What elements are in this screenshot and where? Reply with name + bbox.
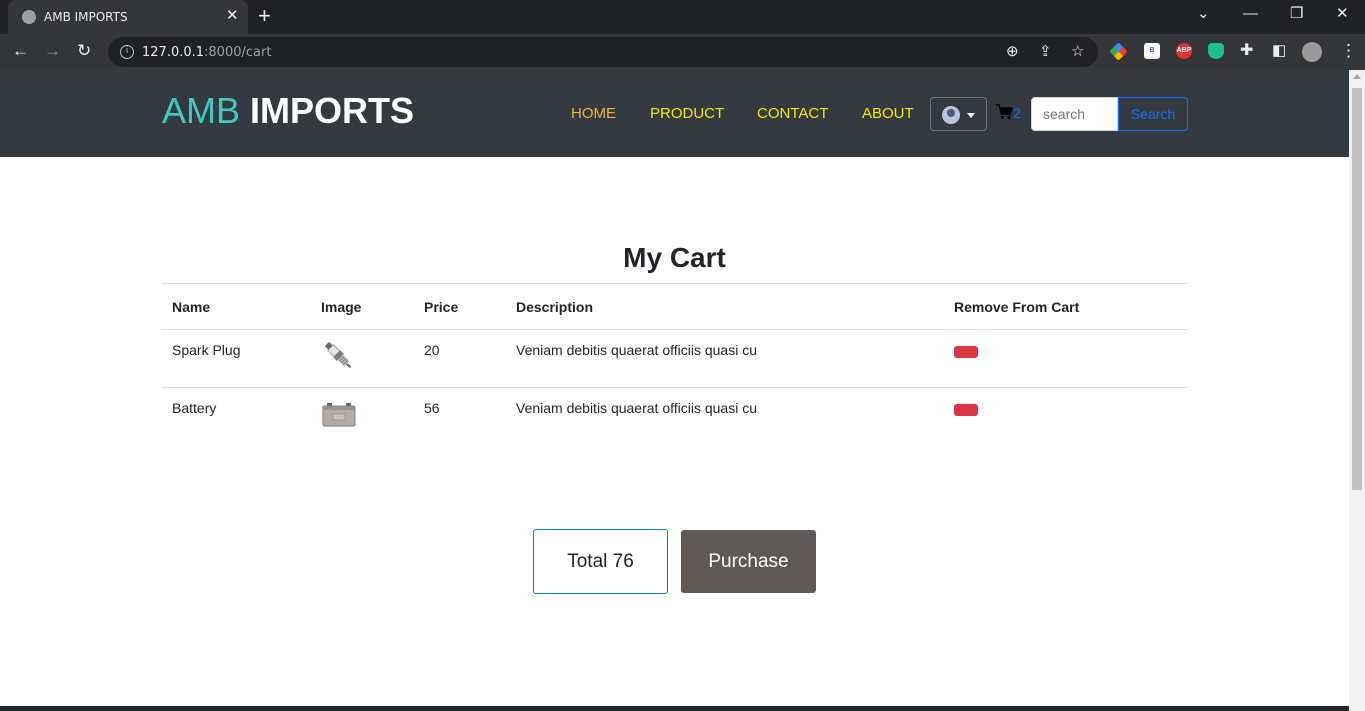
- nav-home[interactable]: HOME: [571, 105, 616, 122]
- browser-toolbar: ← → ↻ i 127.0.0.1:8000/cart ⊕ ⇪ ☆ B ABP …: [0, 34, 1365, 70]
- menu-kebab-icon[interactable]: ⋮: [1340, 41, 1357, 61]
- zoom-icon[interactable]: ⊕: [1006, 42, 1019, 60]
- adblock-icon[interactable]: ABP: [1176, 43, 1192, 59]
- user-avatar-icon: [942, 106, 960, 124]
- nav-contact[interactable]: CONTACT: [757, 105, 828, 122]
- cell-description: Veniam debitis quaerat officiis quasi cu: [506, 329, 944, 388]
- search-input[interactable]: [1031, 97, 1118, 131]
- side-panel-icon[interactable]: ◧: [1272, 41, 1286, 61]
- header-remove: Remove From Cart: [944, 283, 1188, 330]
- header-description: Description: [506, 283, 944, 330]
- url-host: 127.0.0.1: [142, 45, 205, 60]
- site-navbar: AMB IMPORTS HOME PRODUCT CONTACT ABOUT 2…: [0, 70, 1349, 157]
- cart-icon[interactable]: [996, 104, 1013, 120]
- browser-tab[interactable]: AMB IMPORTS ✕: [8, 0, 248, 34]
- table-header-row: Name Image Price Description Remove From…: [162, 283, 1188, 330]
- new-tab-icon[interactable]: +: [258, 5, 271, 27]
- globe-icon: [22, 10, 36, 24]
- web-page: AMB IMPORTS HOME PRODUCT CONTACT ABOUT 2…: [0, 70, 1349, 711]
- cell-description: Veniam debitis quaerat officiis quasi cu: [516, 400, 757, 416]
- scrollbar-thumb[interactable]: [1352, 88, 1362, 490]
- footer: [0, 706, 1349, 711]
- cell-remove: [944, 388, 1188, 446]
- search-button[interactable]: Search: [1118, 97, 1188, 131]
- cart-count-badge[interactable]: 2: [1013, 105, 1021, 121]
- restore-icon[interactable]: ❐: [1290, 5, 1303, 23]
- reload-icon[interactable]: ↻: [77, 41, 91, 61]
- browser-tab-bar: AMB IMPORTS ✕ + ⌄ — ❐ ✕: [0, 0, 1365, 34]
- cell-remove: [944, 329, 1188, 388]
- header-name: Name: [162, 283, 311, 330]
- purchase-button[interactable]: Purchase: [681, 530, 816, 593]
- site-info-icon[interactable]: i: [120, 45, 134, 59]
- minimize-icon[interactable]: —: [1243, 5, 1258, 23]
- cart-table: Name Image Price Description Remove From…: [162, 283, 1188, 446]
- brand-logo[interactable]: AMB IMPORTS: [162, 90, 414, 132]
- extensions-puzzle-icon[interactable]: ✚: [1240, 41, 1253, 61]
- cell-name: Battery: [172, 400, 217, 416]
- url-path: :8000/cart: [204, 45, 272, 60]
- cell-image: [311, 388, 414, 446]
- table-row: Spark Plug 20 Veniam debitis quaerat off…: [162, 329, 1188, 388]
- close-tab-icon[interactable]: ✕: [226, 8, 239, 24]
- tab-title: AMB IMPORTS: [44, 10, 128, 24]
- scroll-up-icon[interactable]: [1353, 74, 1361, 79]
- profile-avatar[interactable]: [1302, 42, 1322, 62]
- forward-icon[interactable]: →: [44, 41, 61, 61]
- table-row: Battery 56 Veniam debitis quaerat offici…: [162, 388, 1188, 446]
- share-icon[interactable]: ⇪: [1039, 42, 1052, 60]
- header-price: Price: [414, 283, 506, 330]
- tab-search-icon[interactable]: ⌄: [1197, 5, 1210, 23]
- brand-part2: IMPORTS: [250, 90, 415, 131]
- page-scrollbar[interactable]: [1349, 70, 1365, 711]
- close-window-icon[interactable]: ✕: [1336, 5, 1349, 23]
- user-dropdown-button[interactable]: [930, 97, 987, 131]
- brand-part1: AMB: [162, 90, 241, 131]
- cart-total: Total 76: [533, 529, 668, 594]
- b-extension-icon[interactable]: B: [1144, 43, 1160, 59]
- bookmark-star-icon[interactable]: ☆: [1071, 42, 1084, 60]
- spark-plug-image: [324, 341, 352, 369]
- color-extension-icon[interactable]: [1109, 42, 1128, 61]
- url-text[interactable]: 127.0.0.1:8000/cart: [142, 45, 271, 60]
- page-title: My Cart: [623, 242, 726, 273]
- chevron-down-icon: [967, 113, 975, 118]
- cell-name: Spark Plug: [162, 329, 311, 388]
- battery-image: [322, 403, 356, 427]
- address-bar[interactable]: i 127.0.0.1:8000/cart ⊕ ⇪ ☆: [108, 37, 1098, 67]
- nav-product[interactable]: PRODUCT: [650, 105, 724, 122]
- nav-about[interactable]: ABOUT: [862, 105, 914, 122]
- cell-price: 20: [414, 329, 506, 388]
- shield-extension-icon[interactable]: [1208, 43, 1224, 59]
- back-icon[interactable]: ←: [12, 41, 29, 61]
- header-image: Image: [311, 283, 414, 330]
- cell-image: [311, 329, 414, 388]
- remove-from-cart-button[interactable]: [954, 346, 978, 358]
- remove-from-cart-button[interactable]: [954, 404, 978, 416]
- cell-price: 56: [424, 400, 440, 416]
